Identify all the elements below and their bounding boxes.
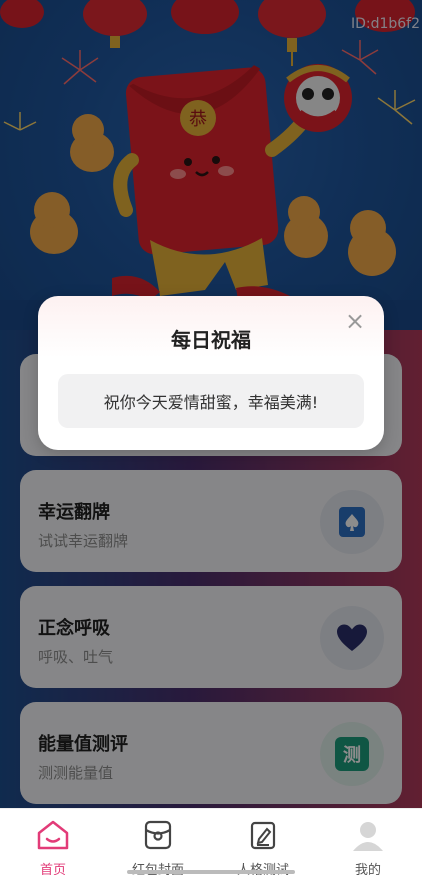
tab-label: 我的 xyxy=(354,863,381,875)
tab-personality-test[interactable]: 人格测试 xyxy=(223,819,303,875)
app-screen: 恭 ID:d1b6f2 幸运翻牌 试试幸运翻牌 正念呼吸 呼吸、吐气 能量值测评… xyxy=(0,0,422,875)
bottom-tab-bar: 首页 红包封面 人格测试 我的 xyxy=(0,808,422,875)
test-edit-icon xyxy=(250,821,276,850)
profile-icon xyxy=(353,822,383,851)
daily-blessing-dialog: 每日祝福 × 祝你今天爱情甜蜜，幸福美满! xyxy=(38,296,384,450)
tab-label: 首页 xyxy=(39,863,66,875)
red-packet-icon xyxy=(144,820,172,850)
home-icon xyxy=(37,820,69,850)
home-indicator xyxy=(127,870,295,874)
tab-home[interactable]: 首页 xyxy=(13,819,93,875)
tab-red-packet-cover[interactable]: 红包封面 xyxy=(118,819,198,875)
blessing-message: 祝你今天爱情甜蜜，幸福美满! xyxy=(58,374,364,428)
close-icon[interactable]: × xyxy=(344,309,366,333)
tab-mine[interactable]: 我的 xyxy=(328,819,408,875)
dialog-title: 每日祝福 xyxy=(171,328,251,352)
